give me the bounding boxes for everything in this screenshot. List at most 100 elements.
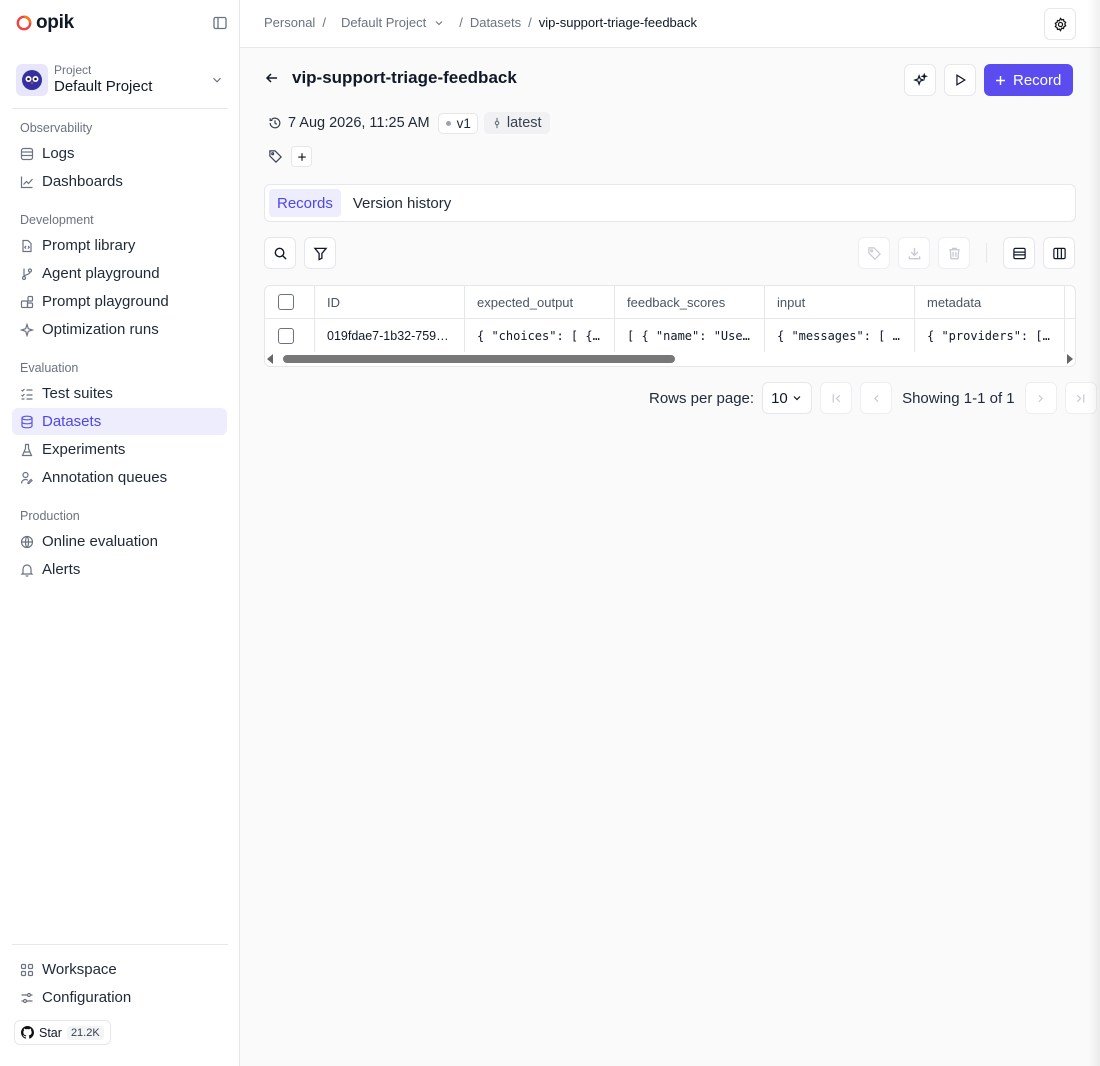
columns-button[interactable]: [1043, 237, 1075, 269]
sidebar-item-annotation-queues[interactable]: Annotation queues: [12, 464, 227, 491]
bell-icon: [20, 563, 34, 577]
sidebar-item-agent-playground[interactable]: Agent playground: [12, 260, 227, 287]
project-selector[interactable]: Project Default Project: [16, 60, 228, 100]
tag-icon: [867, 246, 881, 260]
download-icon: [908, 247, 920, 259]
download-button[interactable]: [898, 237, 930, 269]
delete-button[interactable]: [938, 237, 970, 269]
project-name: Default Project: [54, 78, 153, 96]
latest-tag-label: latest: [506, 115, 542, 131]
tab-records[interactable]: Records: [269, 189, 341, 217]
cell-expected-output[interactable]: { "choices": [ {…: [465, 319, 615, 352]
search-icon: [274, 247, 287, 260]
breadcrumb-datasets[interactable]: Datasets: [470, 15, 521, 30]
sidebar-item-optimization-runs[interactable]: Optimization runs: [12, 316, 227, 343]
sidebar-item-prompt-playground[interactable]: Prompt playground: [12, 288, 227, 315]
previous-page-button[interactable]: [860, 382, 893, 414]
cell-input-value: { "messages": [ …: [777, 328, 900, 343]
row-height-button[interactable]: [1003, 237, 1035, 269]
rows-per-page-select[interactable]: 10: [762, 382, 813, 414]
cell-id-value: 019fdae7-1b32-759…: [327, 328, 449, 343]
breadcrumb-workspace[interactable]: Personal: [264, 15, 315, 30]
github-icon: [21, 1026, 34, 1039]
main-content: vip-support-triage-feedback Record 7 Aug…: [240, 48, 1100, 1066]
sidebar-item-prompt-library[interactable]: Prompt library: [12, 232, 227, 259]
row-checkbox[interactable]: [278, 327, 294, 344]
git-branch-icon: [21, 267, 33, 280]
sidebar-item-logs[interactable]: Logs: [12, 140, 227, 167]
version-badge: v1: [437, 112, 478, 134]
column-header-expected-output[interactable]: expected_output: [465, 286, 615, 318]
settings-button[interactable]: [1044, 8, 1076, 40]
title-row: vip-support-triage-feedback: [264, 68, 517, 88]
chevron-left-icon: [873, 394, 879, 402]
section-label-observability: Observability: [20, 121, 93, 135]
cell-id[interactable]: 019fdae7-1b32-759…: [315, 319, 465, 352]
latest-tag-badge: latest: [483, 112, 550, 134]
next-page-button[interactable]: [1024, 382, 1057, 414]
sidebar-item-workspace[interactable]: Workspace: [12, 956, 227, 983]
sidebar-item-label: Workspace: [42, 961, 117, 978]
created-timestamp: 7 Aug 2026, 11:25 AM: [288, 115, 430, 131]
records-table: ID expected_output feedback_scores input…: [264, 285, 1076, 367]
github-star-label: Star: [39, 1025, 62, 1040]
version-label: v1: [456, 115, 471, 131]
tag-icon: [269, 150, 282, 163]
column-header-input[interactable]: input: [765, 286, 915, 318]
sidebar-item-label: Online evaluation: [42, 533, 158, 550]
sidebar-item-alerts[interactable]: Alerts: [12, 556, 227, 583]
scroll-left-arrow[interactable]: [265, 352, 275, 366]
logo-row: opik: [16, 12, 228, 34]
tags-row: [268, 146, 312, 167]
sidebar-item-configuration[interactable]: Configuration: [12, 984, 227, 1011]
sidebar-toggle-icon[interactable]: [212, 15, 228, 31]
opik-logo[interactable]: opik: [16, 12, 74, 34]
rows-icon: [1012, 247, 1026, 259]
user-edit-icon: [20, 471, 33, 484]
select-all-checkbox[interactable]: [278, 294, 294, 310]
opik-logo-icon: [16, 15, 32, 31]
github-star-button[interactable]: Star 21.2K: [14, 1020, 111, 1045]
trash-icon: [948, 247, 960, 259]
sidebar-item-experiments[interactable]: Experiments: [12, 436, 227, 463]
breadcrumb-project[interactable]: Default Project: [341, 15, 445, 30]
add-tag-button[interactable]: [291, 146, 312, 167]
rows-per-page-label: Rows per page:: [649, 389, 755, 407]
scroll-track[interactable]: [275, 355, 1065, 363]
filter-button[interactable]: [304, 237, 336, 269]
table-toolbar-right: [858, 237, 1075, 269]
cell-metadata[interactable]: { "providers": […: [915, 319, 1065, 352]
column-header-feedback-scores[interactable]: feedback_scores: [615, 286, 765, 318]
first-page-button[interactable]: [820, 382, 853, 414]
table-row[interactable]: 019fdae7-1b32-759… { "choices": [ {… [ {…: [265, 319, 1075, 352]
breadcrumb-separator: /: [528, 15, 532, 30]
plus-icon: [996, 75, 1005, 85]
run-button[interactable]: [944, 64, 976, 96]
arrow-left-icon[interactable]: [264, 70, 280, 86]
sidebar-item-datasets[interactable]: Datasets: [12, 408, 227, 435]
horizontal-scrollbar[interactable]: [265, 352, 1075, 366]
cell-input[interactable]: { "messages": [ …: [765, 319, 915, 352]
sidebar-item-dashboards[interactable]: Dashboards: [12, 168, 227, 195]
blocks-icon: [20, 295, 34, 308]
gear-icon: [1054, 16, 1066, 32]
add-record-button[interactable]: Record: [984, 64, 1074, 96]
page-title: vip-support-triage-feedback: [292, 68, 517, 87]
sparkles-icon: [912, 72, 928, 86]
cell-feedback-scores[interactable]: [ { "name": "Use…: [615, 319, 765, 352]
scroll-thumb[interactable]: [283, 355, 675, 363]
owl-avatar-icon: [22, 70, 42, 90]
sidebar-item-test-suites[interactable]: Test suites: [12, 380, 227, 407]
tab-version-history[interactable]: Version history: [345, 189, 459, 217]
ai-assist-button[interactable]: [904, 64, 936, 96]
breadcrumb-project-label: Default Project: [340, 15, 427, 30]
column-header-id[interactable]: ID: [315, 286, 465, 318]
search-button[interactable]: [264, 237, 296, 269]
sidebar-item-online-evaluation[interactable]: Online evaluation: [12, 528, 227, 555]
tag-records-button[interactable]: [858, 237, 890, 269]
sidebar-item-label: Datasets: [42, 413, 102, 430]
scroll-right-arrow[interactable]: [1065, 352, 1075, 366]
column-header-metadata[interactable]: metadata: [915, 286, 1065, 318]
project-label: Project: [54, 63, 92, 78]
chevron-down-icon: [793, 396, 801, 401]
